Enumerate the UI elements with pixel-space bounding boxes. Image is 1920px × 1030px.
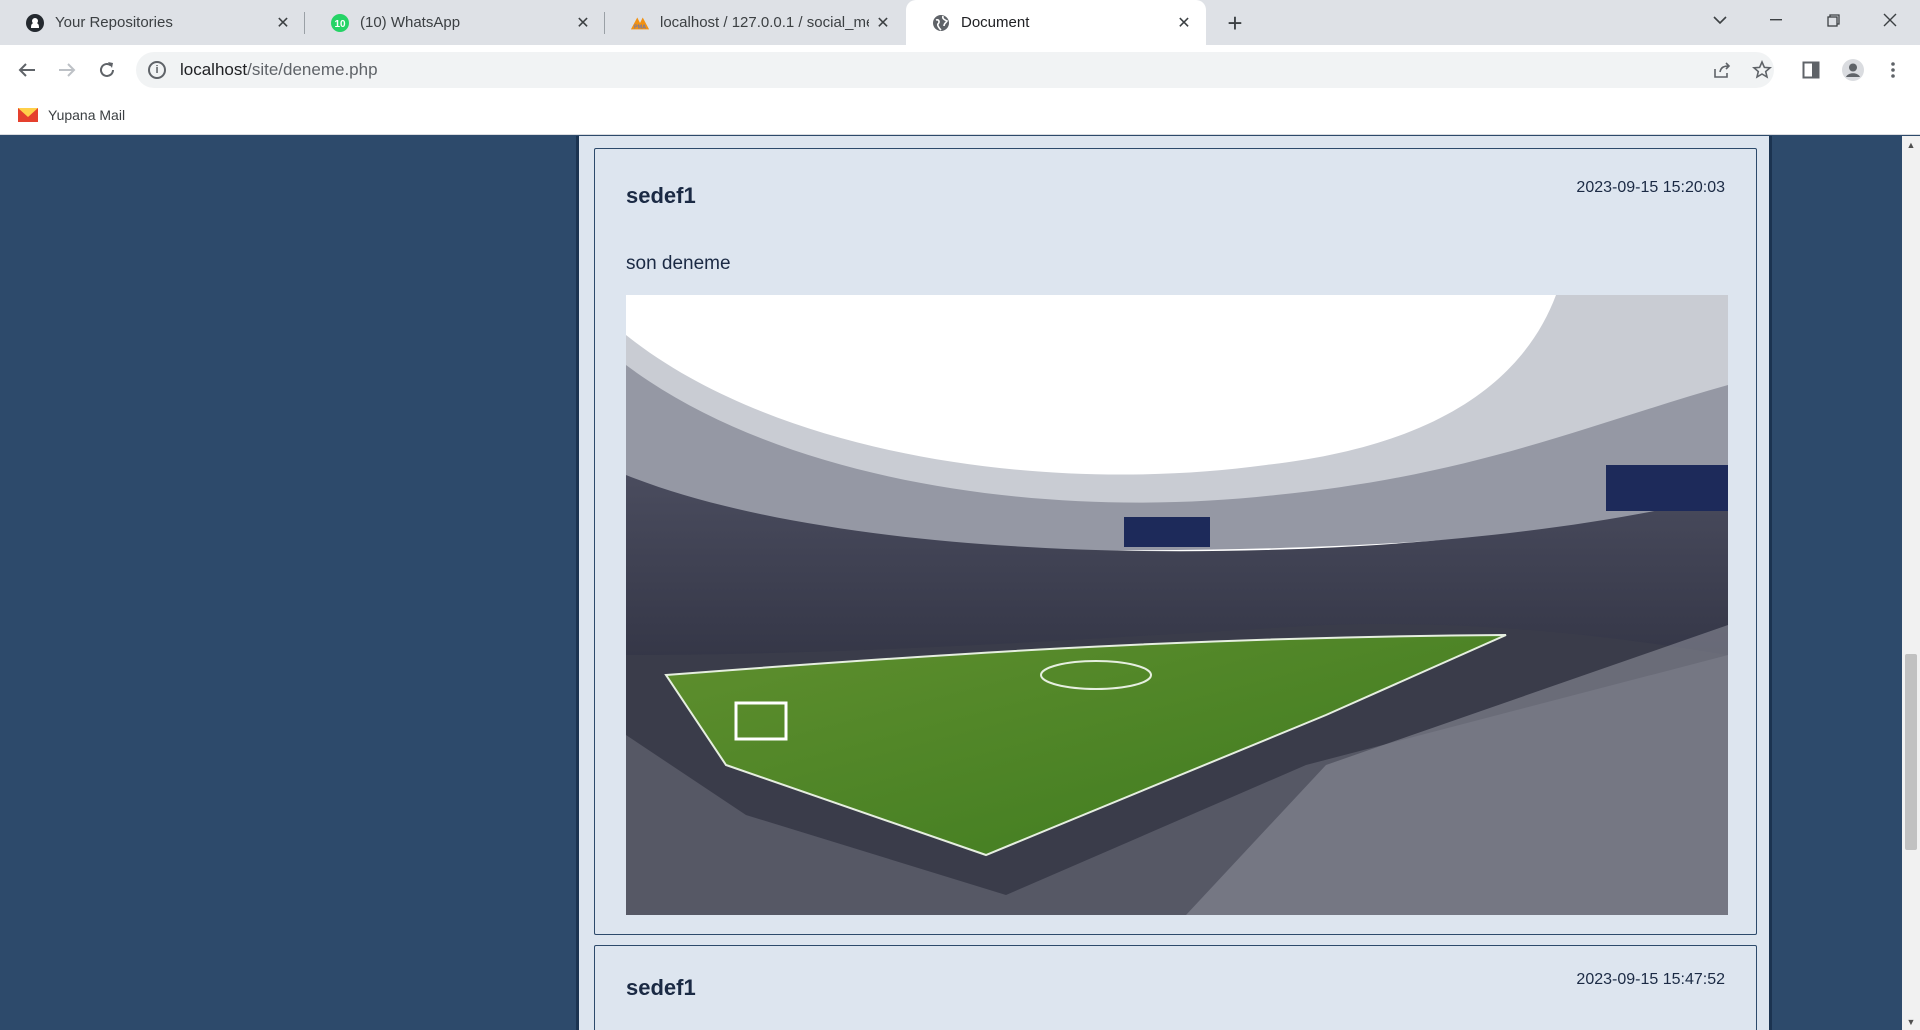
bookmark-star-icon[interactable] bbox=[1744, 52, 1780, 88]
tab-title: localhost / 127.0.0.1 / social_media bbox=[660, 14, 869, 31]
tab-whatsapp[interactable]: 10 (10) WhatsApp ✕ bbox=[305, 0, 605, 45]
feed-column: sedef1 2023-09-15 15:20:03 son deneme se… bbox=[576, 136, 1772, 1030]
bookmark-label: Yupana Mail bbox=[48, 107, 126, 123]
profile-avatar[interactable] bbox=[1838, 55, 1868, 85]
close-window-button[interactable] bbox=[1862, 0, 1918, 40]
close-tab-icon[interactable]: ✕ bbox=[269, 9, 297, 37]
browser-window: Your Repositories ✕ 10 (10) WhatsApp ✕ P… bbox=[0, 0, 1920, 1030]
phpmyadmin-icon: PMA bbox=[630, 13, 650, 33]
new-tab-button[interactable]: + bbox=[1218, 6, 1252, 40]
scroll-up-icon[interactable]: ▲ bbox=[1902, 136, 1920, 153]
forward-button[interactable] bbox=[52, 55, 82, 85]
side-panel-icon[interactable] bbox=[1796, 55, 1826, 85]
close-tab-icon[interactable]: ✕ bbox=[569, 9, 597, 37]
whatsapp-icon: 10 bbox=[330, 13, 350, 33]
bookmark-yupana-mail[interactable]: Yupana Mail bbox=[18, 103, 125, 127]
reload-button[interactable] bbox=[92, 55, 122, 85]
url-text: localhost/site/deneme.php bbox=[180, 60, 378, 79]
tab-title: (10) WhatsApp bbox=[360, 14, 461, 31]
globe-icon bbox=[931, 13, 951, 33]
site-info-icon[interactable]: i bbox=[148, 61, 166, 79]
post-card: sedef1 2023-09-15 15:47:52 bbox=[594, 945, 1757, 1030]
minimize-button[interactable] bbox=[1748, 0, 1804, 40]
address-bar[interactable]: i localhost/site/deneme.php bbox=[136, 52, 1774, 88]
scrollbar-thumb[interactable] bbox=[1905, 654, 1917, 850]
back-button[interactable] bbox=[12, 55, 42, 85]
post-author[interactable]: sedef1 bbox=[626, 183, 696, 209]
share-icon[interactable] bbox=[1704, 52, 1740, 88]
post-date: 2023-09-15 15:20:03 bbox=[1576, 179, 1725, 196]
scroll-down-icon[interactable]: ▼ bbox=[1902, 1013, 1920, 1030]
restore-button[interactable] bbox=[1805, 0, 1861, 40]
toolbar: i localhost/site/deneme.php bbox=[0, 45, 1920, 95]
more-menu-icon[interactable] bbox=[1878, 55, 1908, 85]
bookmarks-bar: Yupana Mail bbox=[0, 95, 1920, 135]
vertical-scrollbar[interactable]: ▲ ▼ bbox=[1902, 136, 1920, 1030]
post-image[interactable] bbox=[626, 295, 1728, 915]
tab-title: Document bbox=[961, 14, 1030, 31]
post-date: 2023-09-15 15:47:52 bbox=[1576, 971, 1725, 988]
post-card: sedef1 2023-09-15 15:20:03 son deneme bbox=[594, 148, 1757, 935]
svg-text:PMA: PMA bbox=[634, 24, 646, 30]
close-tab-icon[interactable]: ✕ bbox=[869, 9, 897, 37]
mail-icon bbox=[18, 108, 38, 122]
tab-document[interactable]: Document ✕ bbox=[906, 0, 1206, 45]
github-icon bbox=[25, 13, 45, 33]
tab-title: Your Repositories bbox=[55, 14, 173, 31]
stadium-photo bbox=[626, 295, 1728, 915]
close-tab-icon[interactable]: ✕ bbox=[1170, 9, 1198, 37]
tab-search-icon[interactable] bbox=[1692, 0, 1748, 40]
tab-your-repositories[interactable]: Your Repositories ✕ bbox=[0, 0, 305, 45]
post-text: son deneme bbox=[626, 253, 731, 274]
svg-text:10: 10 bbox=[334, 19, 346, 30]
tab-phpmyadmin[interactable]: PMA localhost / 127.0.0.1 / social_media… bbox=[605, 0, 905, 45]
post-author[interactable]: sedef1 bbox=[626, 975, 696, 1001]
page-viewport: sedef1 2023-09-15 15:20:03 son deneme se… bbox=[0, 136, 1902, 1030]
tab-strip: Your Repositories ✕ 10 (10) WhatsApp ✕ P… bbox=[0, 0, 1920, 45]
